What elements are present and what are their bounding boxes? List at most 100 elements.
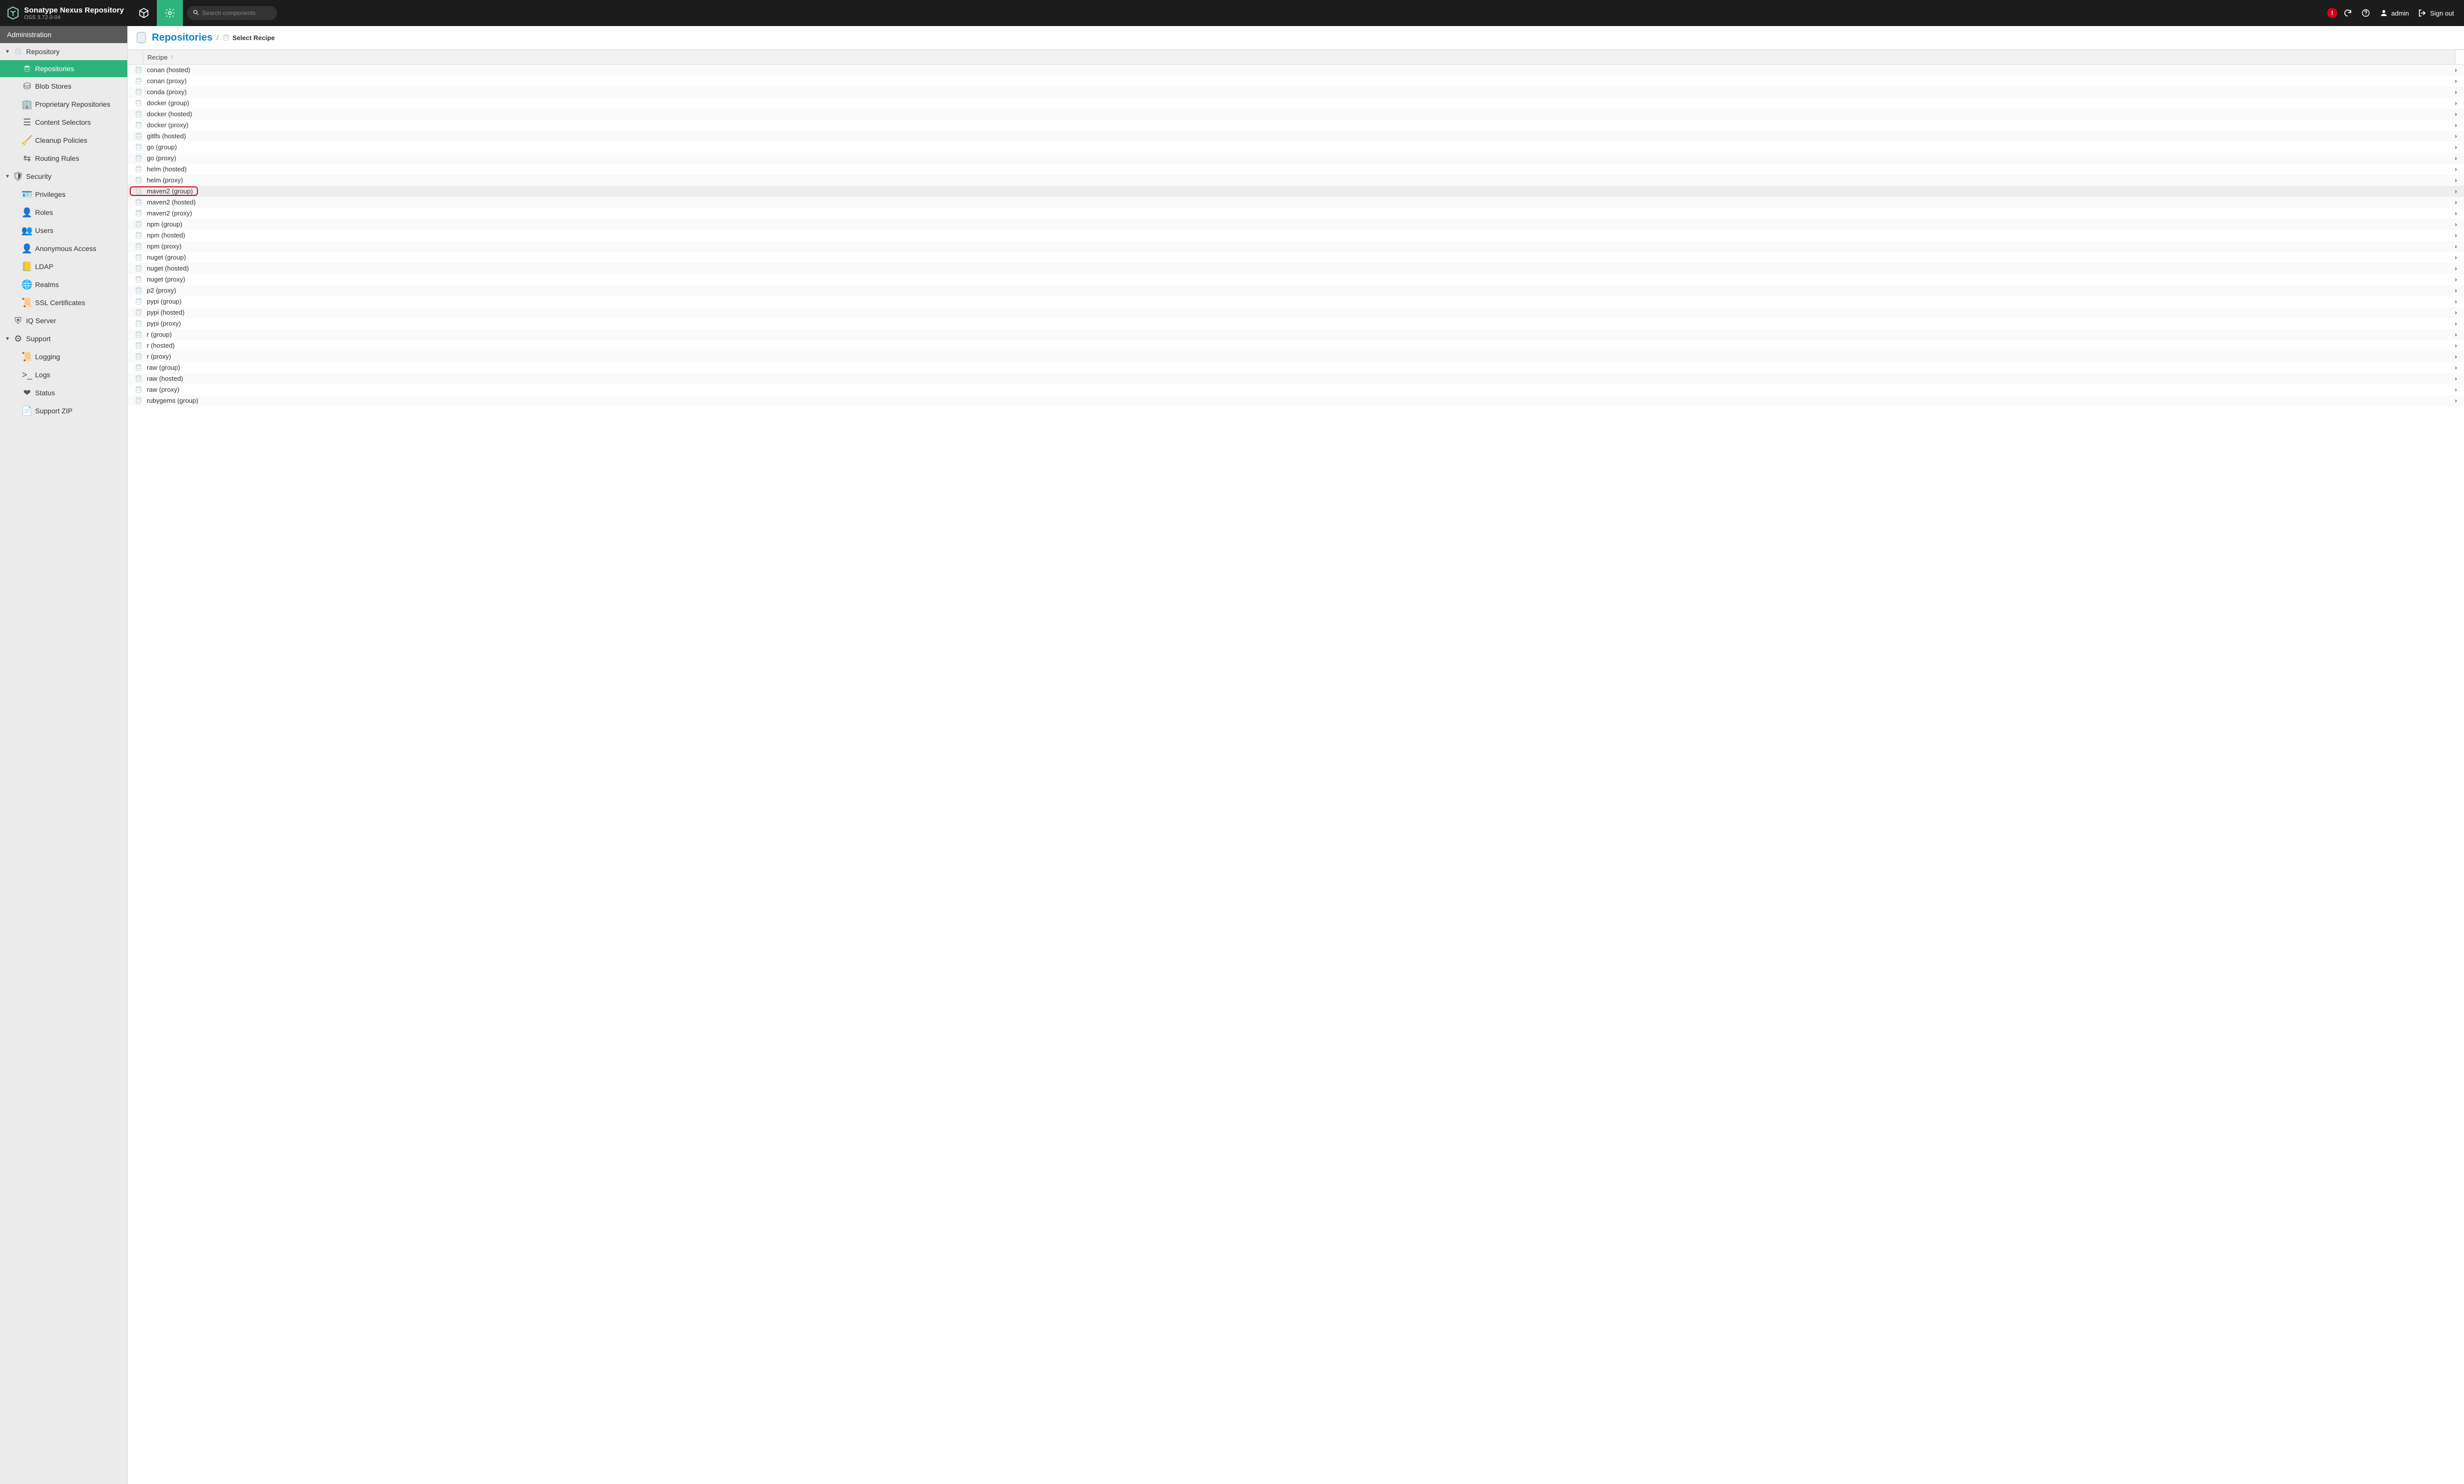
recipe-row[interactable]: nuget (group)› [128,252,2464,263]
search-box[interactable] [187,6,277,20]
sidebar-item-ssl-certificates[interactable]: 📜SSL Certificates [0,294,127,312]
chevron-right-icon: › [2455,298,2459,305]
recipe-row[interactable]: conan (proxy)› [128,76,2464,87]
recipe-row[interactable]: maven2 (hosted)› [128,197,2464,208]
admin-mode-button[interactable] [157,0,183,26]
recipe-row[interactable]: conan (hosted)› [128,65,2464,76]
sidebar-item-label: Routing Rules [35,154,79,162]
sidebar-item-ldap[interactable]: 📒LDAP [0,258,127,276]
recipe-row[interactable]: maven2 (group)› [128,186,2464,197]
sidebar-item-anonymous-access[interactable]: 👤Anonymous Access [0,239,127,258]
recipe-row[interactable]: docker (proxy)› [128,120,2464,131]
recipe-row[interactable]: npm (proxy)› [128,241,2464,252]
layers-icon: ☰ [23,118,31,127]
recipe-row[interactable]: nuget (hosted)› [128,263,2464,274]
recipe-row[interactable]: go (proxy)› [128,153,2464,164]
recipe-row[interactable]: maven2 (proxy)› [128,208,2464,219]
recipe-label: pypi (proxy) [144,320,2455,327]
sidebar-item-repositories[interactable]: Repositories [0,60,127,77]
chevron-right-icon: › [2455,287,2459,294]
username-label: admin [2391,10,2409,17]
db-icon [133,187,144,195]
sidebar-section-iq-server[interactable]: ⛨IQ Server [0,312,127,330]
db-icon [133,342,144,349]
disclosure-icon: ▼ [5,49,10,55]
db-icon [133,364,144,371]
sidebar-item-label: Cleanup Policies [35,136,87,144]
db-icon [133,132,144,140]
recipe-row[interactable]: docker (hosted)› [128,109,2464,120]
recipe-row[interactable]: pypi (proxy)› [128,318,2464,329]
product-title: Sonatype Nexus Repository [24,6,124,15]
recipe-label: docker (group) [144,99,2455,107]
recipe-row[interactable]: r (hosted)› [128,340,2464,351]
shield-icon: 🛡 [14,172,22,181]
sidebar-item-support-zip[interactable]: 📄Support ZIP [0,402,127,420]
recipe-row[interactable]: r (proxy)› [128,351,2464,362]
breadcrumb: Repositories / Select Recipe [128,26,2464,50]
recipe-row[interactable]: npm (hosted)› [128,230,2464,241]
db-icon [133,287,144,294]
recipe-row[interactable]: docker (group)› [128,98,2464,109]
db-icon [133,242,144,250]
recipe-row[interactable]: helm (proxy)› [128,175,2464,186]
sidebar-item-status[interactable]: ❤Status [0,384,127,402]
recipe-row[interactable]: pypi (hosted)› [128,307,2464,318]
recipe-row[interactable]: go (group)› [128,142,2464,153]
signout-button[interactable]: Sign out [2415,7,2457,20]
search-input[interactable] [202,10,271,17]
browse-mode-button[interactable] [131,0,157,26]
recipe-row[interactable]: pypi (group)› [128,296,2464,307]
recipe-row[interactable]: r (group)› [128,329,2464,340]
chevron-right-icon: › [2455,242,2459,250]
alert-icon[interactable]: ! [2327,8,2337,18]
repositories-icon [135,31,148,44]
sidebar-item-users[interactable]: 👥Users [0,221,127,239]
refresh-button[interactable] [2340,7,2355,20]
sidebar-section-security[interactable]: ▼🛡Security [0,167,127,185]
header-tools: ! admin Sign out [2327,7,2464,20]
recipe-row[interactable]: raw (proxy)› [128,384,2464,395]
db-icon [133,276,144,283]
sidebar-item-privileges[interactable]: 🪪Privileges [0,185,127,203]
recipe-row[interactable]: raw (hosted)› [128,373,2464,384]
sidebar-item-logging[interactable]: 📜Logging [0,348,127,366]
db-icon [133,66,144,74]
sidebar-item-cleanup-policies[interactable]: 🧹Cleanup Policies [0,131,127,149]
sidebar-item-logs[interactable]: >_Logs [0,366,127,384]
sidebar-section-support[interactable]: ▼⚙Support [0,330,127,348]
recipe-row[interactable]: p2 (proxy)› [128,285,2464,296]
recipe-row[interactable]: rubygems (group)› [128,395,2464,406]
sidebar-item-content-selectors[interactable]: ☰Content Selectors [0,113,127,131]
recipe-row[interactable]: gitlfs (hosted)› [128,131,2464,142]
db-icon [133,386,144,393]
shield-alt-icon: ⛨ [14,316,22,325]
breadcrumb-main[interactable]: Repositories [152,32,212,44]
recipe-label: conan (proxy) [144,77,2455,85]
sidebar-item-routing-rules[interactable]: ⇆Routing Rules [0,149,127,167]
scroll-icon: 📜 [23,352,31,361]
sidebar-item-realms[interactable]: 🌐Realms [0,276,127,294]
recipe-row[interactable]: npm (group)› [128,219,2464,230]
sidebar-item-label: Repositories [35,65,74,73]
recipe-row[interactable]: nuget (proxy)› [128,274,2464,285]
user-menu[interactable]: admin [2376,7,2412,20]
recipe-label: maven2 (proxy) [144,209,2455,217]
recipe-row[interactable]: helm (hosted)› [128,164,2464,175]
column-menu-button[interactable] [2455,50,2464,64]
column-recipe-header[interactable]: Recipe ↑ [143,51,177,64]
db-icon [133,331,144,338]
sidebar-section-repository[interactable]: ▼Repository [0,43,127,60]
chevron-right-icon: › [2455,231,2459,239]
chevron-right-icon: › [2455,320,2459,327]
recipe-row[interactable]: conda (proxy)› [128,87,2464,98]
db-icon [133,375,144,382]
recipe-row[interactable]: raw (group)› [128,362,2464,373]
chevron-right-icon: › [2455,88,2459,96]
recipe-list: conan (hosted)›conan (proxy)›conda (prox… [128,65,2464,1484]
sidebar-item-roles[interactable]: 👤Roles [0,203,127,221]
sidebar-item-blob-stores[interactable]: ⛁Blob Stores [0,77,127,95]
column-label: Recipe [147,54,167,61]
help-button[interactable] [2358,7,2373,20]
sidebar-item-proprietary-repositories[interactable]: 🏢Proprietary Repositories [0,95,127,113]
